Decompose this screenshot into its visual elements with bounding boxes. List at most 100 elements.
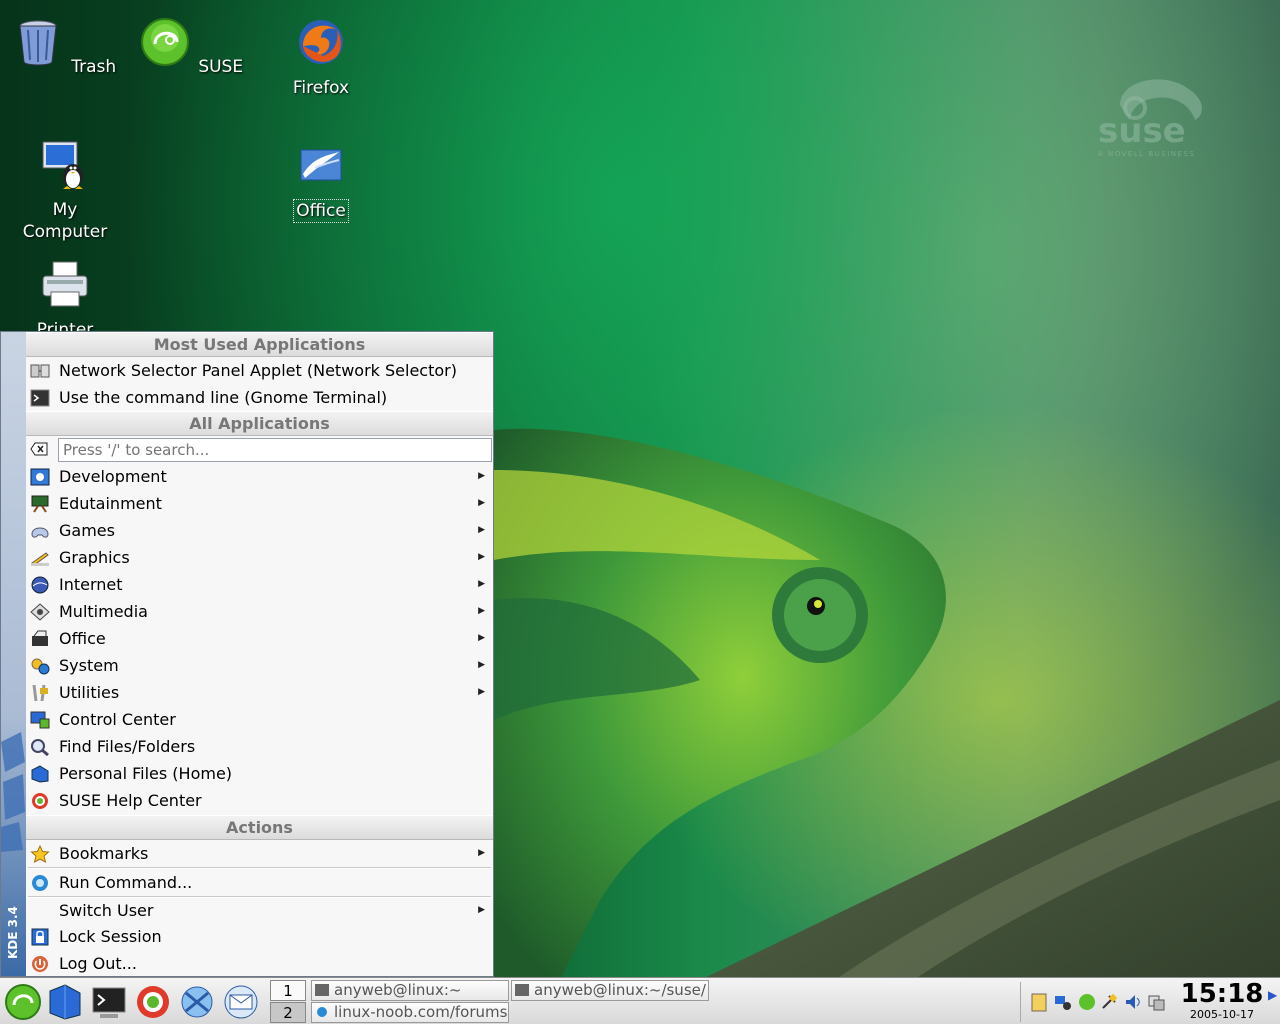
control-center-icon: [30, 711, 50, 729]
help-icon: [32, 793, 48, 809]
desktop-icon-label: SUSE: [198, 57, 244, 77]
power-plug-icon[interactable]: [1099, 992, 1119, 1012]
kmenu-button-suse-icon[interactable]: [2, 981, 44, 1023]
taskbar-item[interactable]: anyweb@linux:~/suse/: [511, 980, 709, 1001]
home-folder-icon[interactable]: [44, 981, 86, 1023]
menu-item-control-center[interactable]: Control Center: [26, 706, 493, 733]
desktop-icon-suse[interactable]: SUSE: [137, 16, 247, 78]
multimedia-icon: [30, 603, 50, 621]
firefox-icon: [299, 20, 343, 64]
menu-item-suse-help[interactable]: SUSE Help Center: [26, 787, 493, 814]
menu-item-gnome-terminal[interactable]: Use the command line (Gnome Terminal): [26, 384, 493, 411]
menu-item-label: Internet: [59, 575, 123, 594]
kde-gear-decoration: [1, 732, 25, 852]
taskbar-item[interactable]: linux-noob.com/forums: [311, 1002, 509, 1023]
menu-item-personal-files[interactable]: Personal Files (Home): [26, 760, 493, 787]
submenu-arrow-icon: ▶: [478, 552, 485, 562]
terminal-icon: [30, 389, 50, 407]
menu-item-run-command[interactable]: Run Command...: [26, 869, 493, 896]
network-selector-icon: [30, 364, 50, 378]
bookmarks-icon: [30, 845, 50, 863]
terminal-icon: [315, 984, 329, 996]
menu-item-bookmarks[interactable]: Bookmarks ▶: [26, 840, 493, 867]
menu-item-label: Switch User: [59, 901, 154, 920]
menu-item-graphics[interactable]: Graphics ▶: [26, 544, 493, 571]
menu-item-lock-session[interactable]: Lock Session: [26, 923, 493, 950]
desktop-icon-office[interactable]: Office: [266, 138, 376, 223]
home-icon: [31, 765, 49, 783]
menu-item-development[interactable]: Development ▶: [26, 463, 493, 490]
taskbar-item-label: linux-noob.com/forums: [334, 1003, 508, 1021]
help-launcher-icon[interactable]: [132, 981, 174, 1023]
submenu-arrow-icon: ▶: [478, 687, 485, 697]
menu-item-label: Office: [59, 629, 106, 648]
menu-item-log-out[interactable]: Log Out...: [26, 950, 493, 977]
klipper-icon[interactable]: [1029, 992, 1049, 1012]
terminal-icon: [515, 984, 529, 996]
network-icon[interactable]: [1053, 992, 1073, 1012]
volume-icon[interactable]: [1123, 992, 1143, 1012]
submenu-arrow-icon: ▶: [478, 498, 485, 508]
kde-panel: 1 2 anyweb@linux:~ anyweb@linux:~/suse/ …: [0, 977, 1280, 1024]
menu-item-utilities[interactable]: Utilities ▶: [26, 679, 493, 706]
suse-icon: [140, 18, 189, 66]
klipper-windows-icon[interactable]: [1147, 992, 1167, 1012]
menu-item-label: Utilities: [59, 683, 120, 702]
menu-item-label: System: [59, 656, 119, 675]
konqueror-browser-icon[interactable]: [176, 981, 218, 1023]
clear-search-icon[interactable]: [30, 442, 48, 456]
menu-item-switch-user[interactable]: Switch User ▶: [26, 898, 493, 923]
menu-item-internet[interactable]: Internet ▶: [26, 571, 493, 598]
pager-desktop-1[interactable]: 1: [270, 980, 306, 1001]
submenu-arrow-icon: ▶: [478, 660, 485, 670]
clock-time: 15:18: [1180, 979, 1264, 1009]
trash-icon: [19, 20, 57, 66]
menu-side-banner: KDE 3.4: [1, 332, 26, 976]
lock-icon: [31, 928, 49, 946]
menu-item-office[interactable]: Office ▶: [26, 625, 493, 652]
taskbar-item[interactable]: anyweb@linux:~: [311, 980, 509, 1001]
desktop-icon-label: Trash: [71, 57, 117, 77]
edutainment-icon: [31, 495, 49, 513]
watermark-tagline: A NOVELL BUSINESS: [1098, 150, 1195, 158]
menu-item-label: Edutainment: [59, 494, 162, 513]
menu-item-network-selector[interactable]: Network Selector Panel Applet (Network S…: [26, 357, 493, 384]
desktop-pager: 1 2: [270, 980, 306, 1024]
printer-icon: [42, 261, 88, 307]
browser-icon: [317, 1007, 327, 1017]
menu-item-label: Development: [59, 467, 167, 486]
panel-clock[interactable]: 15:18 2005-10-17: [1178, 980, 1266, 1024]
pager-desktop-2[interactable]: 2: [270, 1002, 306, 1023]
menu-item-edutainment[interactable]: Edutainment ▶: [26, 490, 493, 517]
submenu-arrow-icon: ▶: [478, 471, 485, 481]
submenu-arrow-icon: ▶: [478, 606, 485, 616]
panel-hide-arrow-icon[interactable]: ▶: [1268, 988, 1280, 1014]
kde-menu: KDE 3.4 Most Used Applications Network S…: [0, 331, 494, 977]
desktop-icon-firefox[interactable]: Firefox: [266, 16, 376, 99]
menu-item-label: Use the command line (Gnome Terminal): [59, 388, 388, 407]
desktop-icon-my-computer[interactable]: My Computer: [10, 138, 120, 243]
submenu-arrow-icon: ▶: [478, 848, 485, 858]
graphics-icon: [31, 552, 49, 566]
menu-item-games[interactable]: Games ▶: [26, 517, 493, 544]
menu-item-find-files[interactable]: Find Files/Folders: [26, 733, 493, 760]
terminal-launcher-icon[interactable]: [88, 981, 130, 1023]
games-icon: [31, 527, 49, 538]
submenu-arrow-icon: ▶: [478, 905, 485, 915]
desktop-icon-trash[interactable]: Trash: [10, 16, 120, 78]
category-list: Development ▶ Edutainment ▶ Games ▶ Grap…: [26, 463, 493, 814]
menu-item-multimedia[interactable]: Multimedia ▶: [26, 598, 493, 625]
suse-updater-icon[interactable]: [1077, 992, 1097, 1012]
run-command-icon: [32, 875, 48, 891]
menu-item-system[interactable]: System ▶: [26, 652, 493, 679]
submenu-arrow-icon: ▶: [478, 579, 485, 589]
menu-item-label: Bookmarks: [59, 844, 149, 863]
mail-client-icon[interactable]: [220, 981, 262, 1023]
suse-watermark-logo: suse A NOVELL BUSINESS: [1098, 79, 1202, 158]
menu-search-input[interactable]: [58, 438, 492, 462]
submenu-arrow-icon: ▶: [478, 633, 485, 643]
desktop-icon-printer[interactable]: Printer: [10, 258, 120, 341]
taskbar-item-label: anyweb@linux:~/suse/: [534, 981, 706, 999]
desktop-icon-label: Office: [293, 199, 349, 223]
section-all-apps-title: All Applications: [26, 411, 493, 436]
